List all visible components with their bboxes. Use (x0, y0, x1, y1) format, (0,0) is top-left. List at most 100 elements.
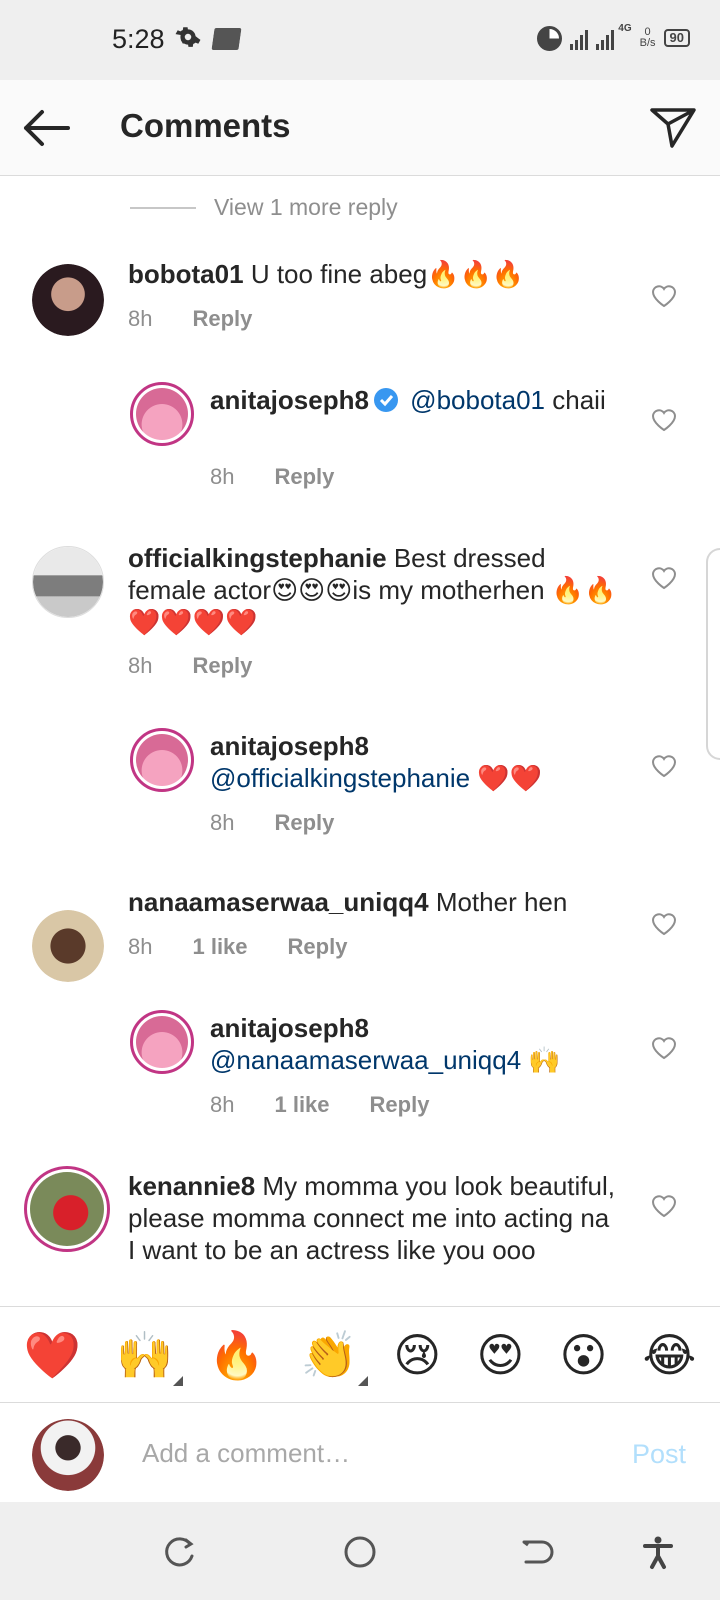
header: Comments (0, 80, 720, 176)
skin-tone-indicator (358, 1375, 369, 1386)
comment-meta: 8h Reply (128, 306, 252, 332)
comment-username[interactable]: officialkingstephanie (128, 543, 387, 573)
status-bar: 5:28 4G 0 B/s 90 (0, 0, 720, 80)
comment-text: anitajoseph8 @officialkingstephanie ❤️❤️ (210, 730, 610, 794)
reply-button[interactable]: Reply (274, 810, 334, 836)
reply-button[interactable]: Reply (288, 934, 348, 960)
comment-username[interactable]: bobota01 (128, 259, 244, 289)
reply-button[interactable]: Reply (370, 1092, 430, 1118)
comment-username[interactable]: anitajoseph8 (210, 385, 369, 415)
avatar (32, 1419, 104, 1491)
comment-meta: 8h 1 like Reply (128, 934, 347, 960)
reply-button[interactable]: Reply (192, 306, 252, 332)
comment-time: 8h (128, 934, 153, 959)
emoji-button[interactable]: 🙌 (115, 1328, 184, 1386)
emoji-button[interactable]: ❤️ (24, 1332, 81, 1378)
avatar[interactable] (130, 382, 194, 446)
comment-text: bobota01 U too fine abeg🔥🔥🔥 (128, 258, 618, 290)
comment-time: 8h (128, 653, 153, 678)
status-time: 5:28 (112, 24, 165, 54)
signal-icon (596, 26, 615, 50)
comment-time: 8h (210, 1092, 235, 1117)
battery-indicator: 90 (663, 29, 690, 47)
recent-apps-icon[interactable] (162, 1534, 198, 1570)
heart-icon[interactable] (651, 408, 677, 432)
reply-button[interactable]: Reply (274, 464, 334, 490)
comment-content: ❤️❤️ (477, 763, 543, 793)
post-button[interactable]: Post (632, 1439, 686, 1470)
comment-content: 🙌 (528, 1045, 561, 1075)
comment-content: Mother hen (435, 887, 568, 917)
comment-text: nanaamaserwaa_uniqq4 Mother hen (128, 886, 618, 918)
comment-text: anitajoseph8 @bobota01 chaii (210, 384, 610, 416)
heart-icon[interactable] (651, 754, 677, 778)
emoji-glyph: 👏 (300, 1328, 359, 1381)
back-icon[interactable] (518, 1534, 554, 1570)
comment-list[interactable]: View 1 more reply bobota01 U too fine ab… (0, 176, 720, 1306)
send-icon[interactable] (648, 102, 698, 152)
emoji-quick-bar: ❤️ 🙌 🔥 👏 😢 😍 😮 😂 (0, 1306, 720, 1402)
comment-time: 8h (128, 306, 153, 331)
emoji-button[interactable]: 😂 (643, 1332, 697, 1378)
heart-icon[interactable] (651, 912, 677, 936)
comment-time: 8h (210, 464, 235, 489)
sim-card-icon (211, 28, 241, 50)
navigation-bar (0, 1502, 720, 1600)
data-rate-unit: B/s (639, 37, 656, 49)
comment-text: kenannie8 My momma you look beautiful, p… (128, 1170, 618, 1266)
status-icons: 4G 0 B/s 90 (537, 22, 690, 54)
gear-icon (175, 27, 201, 47)
comment-meta: 8h Reply (210, 810, 334, 836)
home-icon[interactable] (342, 1534, 378, 1570)
comment-composer: Post (0, 1402, 720, 1502)
heart-icon[interactable] (651, 284, 677, 308)
comment-mention[interactable]: @officialkingstephanie (210, 763, 470, 793)
emoji-button[interactable]: 👏 (300, 1328, 369, 1386)
comment-meta: 8h Reply (128, 653, 252, 679)
comment-username[interactable]: anitajoseph8 (210, 731, 369, 761)
avatar[interactable] (130, 728, 194, 792)
emoji-button[interactable]: 😮 (559, 1332, 607, 1378)
heart-icon[interactable] (651, 1036, 677, 1060)
heart-icon[interactable] (651, 1194, 677, 1218)
comment-username[interactable]: kenannie8 (128, 1171, 255, 1201)
avatar[interactable] (24, 1166, 110, 1252)
avatar[interactable] (32, 264, 104, 336)
comment-time: 8h (210, 810, 235, 835)
comment-mention[interactable]: @bobota01 (410, 385, 545, 415)
page-title: Comments (120, 107, 291, 144)
emoji-button[interactable]: 😢 (393, 1332, 441, 1378)
heart-icon[interactable] (651, 566, 677, 590)
comment-input[interactable] (142, 1433, 582, 1473)
like-count[interactable]: 1 like (192, 934, 247, 960)
network-type: 4G (618, 22, 632, 34)
emoji-glyph: 🙌 (115, 1328, 174, 1381)
reply-button[interactable]: Reply (192, 653, 252, 679)
skin-tone-indicator (173, 1375, 184, 1386)
comment-content: chaii (552, 385, 606, 415)
accessibility-icon[interactable] (640, 1534, 676, 1570)
back-arrow-icon[interactable] (20, 106, 72, 150)
avatar[interactable] (32, 910, 104, 982)
comment-username[interactable]: anitajoseph8 (210, 1013, 369, 1043)
comment-meta: 8h 1 like Reply (210, 1092, 429, 1118)
comment-text: anitajoseph8 @nanaamaserwaa_uniqq4 🙌 (210, 1012, 610, 1076)
data-saver-icon (537, 25, 563, 51)
divider (130, 206, 196, 209)
avatar[interactable] (32, 546, 104, 618)
comment-mention[interactable]: @nanaamaserwaa_uniqq4 (210, 1045, 521, 1075)
comment-content: U too fine abeg🔥🔥🔥 (250, 259, 525, 289)
verified-badge-icon (373, 388, 398, 412)
comment-username[interactable]: nanaamaserwaa_uniqq4 (128, 887, 429, 917)
comment-text: officialkingstephanie Best dressed femal… (128, 542, 618, 638)
data-rate: 0 B/s (640, 27, 656, 49)
like-count[interactable]: 1 like (274, 1092, 329, 1118)
avatar[interactable] (130, 1010, 194, 1074)
comment-meta: 8h Reply (210, 464, 334, 490)
view-more-replies-label: View 1 more reply (214, 194, 398, 220)
signal-icon (570, 26, 589, 50)
edge-panel-handle[interactable] (706, 548, 720, 760)
view-more-replies-button[interactable]: View 1 more reply (130, 194, 398, 221)
emoji-button[interactable]: 🔥 (208, 1332, 265, 1378)
emoji-button[interactable]: 😍 (476, 1332, 524, 1378)
